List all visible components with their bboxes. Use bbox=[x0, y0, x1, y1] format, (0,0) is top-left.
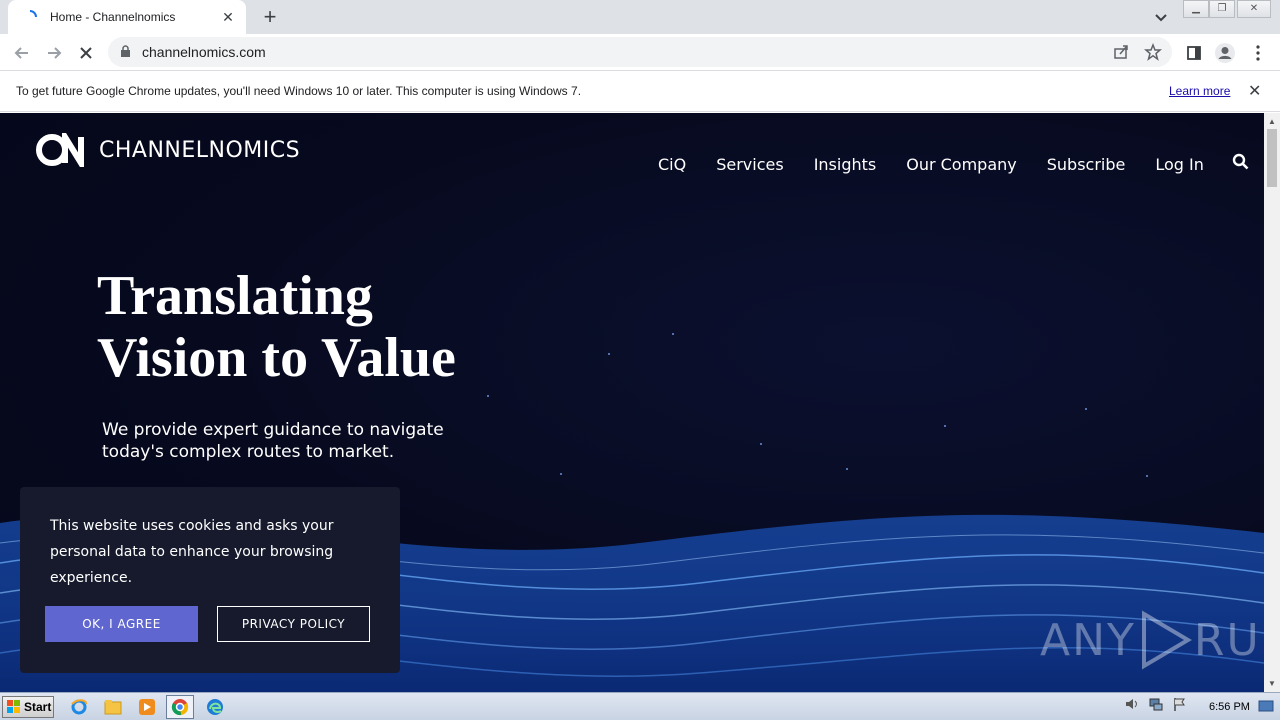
learn-more-link[interactable]: Learn more bbox=[1169, 84, 1230, 98]
internet-explorer-icon[interactable] bbox=[68, 697, 90, 717]
lock-icon[interactable] bbox=[120, 45, 131, 63]
anyrun-watermark: ANY RUN bbox=[1040, 610, 1264, 670]
browser-toolbar: channelnomics.com bbox=[0, 34, 1280, 71]
nav-subscribe[interactable]: Subscribe bbox=[1047, 155, 1126, 174]
channelnomics-logo-icon bbox=[36, 133, 84, 167]
page-scrollbar[interactable]: ▲ ▼ bbox=[1264, 113, 1280, 692]
bookmark-star-icon[interactable] bbox=[1144, 42, 1162, 66]
tab-strip: Home - Channelnomics ✕ + ▁ ❐ ✕ bbox=[0, 0, 1280, 34]
share-icon[interactable] bbox=[1112, 43, 1130, 66]
menu-dots-icon[interactable] bbox=[1246, 41, 1270, 65]
address-bar[interactable]: channelnomics.com bbox=[108, 37, 1172, 67]
close-window-icon[interactable]: ✕ bbox=[1237, 0, 1271, 18]
windows-taskbar: Start 6:56 PM bbox=[0, 692, 1280, 720]
new-tab-button[interactable]: + bbox=[256, 4, 284, 30]
browser-tab[interactable]: Home - Channelnomics ✕ bbox=[8, 0, 246, 34]
url-text: channelnomics.com bbox=[142, 44, 266, 60]
forward-arrow-icon[interactable] bbox=[41, 40, 67, 66]
site-logo[interactable]: CHANNELNOMICS bbox=[35, 133, 300, 167]
media-player-icon[interactable] bbox=[136, 697, 158, 717]
windows-logo-icon bbox=[7, 700, 20, 713]
tab-search-icon[interactable] bbox=[1150, 6, 1172, 28]
system-tray bbox=[1124, 696, 1188, 717]
infobar-close-icon[interactable]: ✕ bbox=[1248, 81, 1261, 101]
watermark-right-text: RUN bbox=[1193, 614, 1264, 666]
nav-log-in[interactable]: Log In bbox=[1155, 155, 1204, 174]
scroll-up-icon[interactable]: ▲ bbox=[1268, 117, 1276, 126]
play-triangle-icon bbox=[1141, 610, 1192, 670]
taskbar-clock[interactable]: 6:56 PM bbox=[1209, 701, 1250, 713]
network-icon[interactable] bbox=[1148, 696, 1164, 717]
update-infobar: To get future Google Chrome updates, you… bbox=[0, 72, 1280, 112]
restore-icon[interactable]: ❐ bbox=[1209, 0, 1235, 18]
cookie-agree-button[interactable]: OK, I AGREE bbox=[45, 606, 198, 642]
back-arrow-icon[interactable] bbox=[9, 40, 35, 66]
watermark-left-text: ANY bbox=[1040, 614, 1136, 666]
volume-icon[interactable] bbox=[1124, 696, 1140, 717]
profile-avatar-icon[interactable] bbox=[1213, 41, 1237, 65]
cookie-banner: This website uses cookies and asks your … bbox=[20, 487, 400, 673]
nav-our-company[interactable]: Our Company bbox=[906, 155, 1017, 174]
tab-close-icon[interactable]: ✕ bbox=[220, 9, 236, 26]
nav-insights[interactable]: Insights bbox=[814, 155, 877, 174]
stop-loading-icon[interactable] bbox=[73, 40, 99, 66]
chrome-taskbar-icon[interactable] bbox=[166, 695, 194, 719]
nav-ciq[interactable]: CiQ bbox=[658, 155, 686, 174]
main-nav: CiQ Services Insights Our Company Subscr… bbox=[658, 153, 1249, 175]
web-page: CHANNELNOMICS CiQ Services Insights Our … bbox=[0, 113, 1264, 692]
side-panel-icon[interactable] bbox=[1182, 41, 1206, 65]
start-label: Start bbox=[24, 700, 52, 714]
minimize-icon[interactable]: ▁ bbox=[1183, 0, 1209, 18]
scroll-thumb[interactable] bbox=[1267, 129, 1277, 187]
scroll-down-icon[interactable]: ▼ bbox=[1268, 679, 1276, 688]
hero-subtitle: We provide expert guidance to navigate t… bbox=[102, 420, 444, 462]
privacy-policy-button[interactable]: PRIVACY POLICY bbox=[217, 606, 370, 642]
start-button[interactable]: Start bbox=[2, 696, 54, 718]
infobar-message: To get future Google Chrome updates, you… bbox=[16, 84, 582, 98]
cookie-text: This website uses cookies and asks your … bbox=[50, 518, 334, 586]
hero-title-line-1: Translating bbox=[97, 265, 373, 327]
hero-title-line-2: Vision to Value bbox=[97, 327, 456, 389]
edge-icon[interactable] bbox=[204, 697, 226, 717]
show-desktop-icon[interactable] bbox=[1256, 697, 1276, 717]
brand-name: CHANNELNOMICS bbox=[99, 137, 301, 163]
file-explorer-icon[interactable] bbox=[102, 697, 124, 717]
hero-title: Translating Vision to Value bbox=[97, 265, 597, 389]
tab-title: Home - Channelnomics bbox=[50, 10, 176, 24]
action-center-flag-icon[interactable] bbox=[1172, 696, 1188, 717]
loading-spinner-icon bbox=[22, 9, 38, 25]
site-search-icon[interactable] bbox=[1232, 153, 1249, 175]
nav-services[interactable]: Services bbox=[716, 155, 783, 174]
